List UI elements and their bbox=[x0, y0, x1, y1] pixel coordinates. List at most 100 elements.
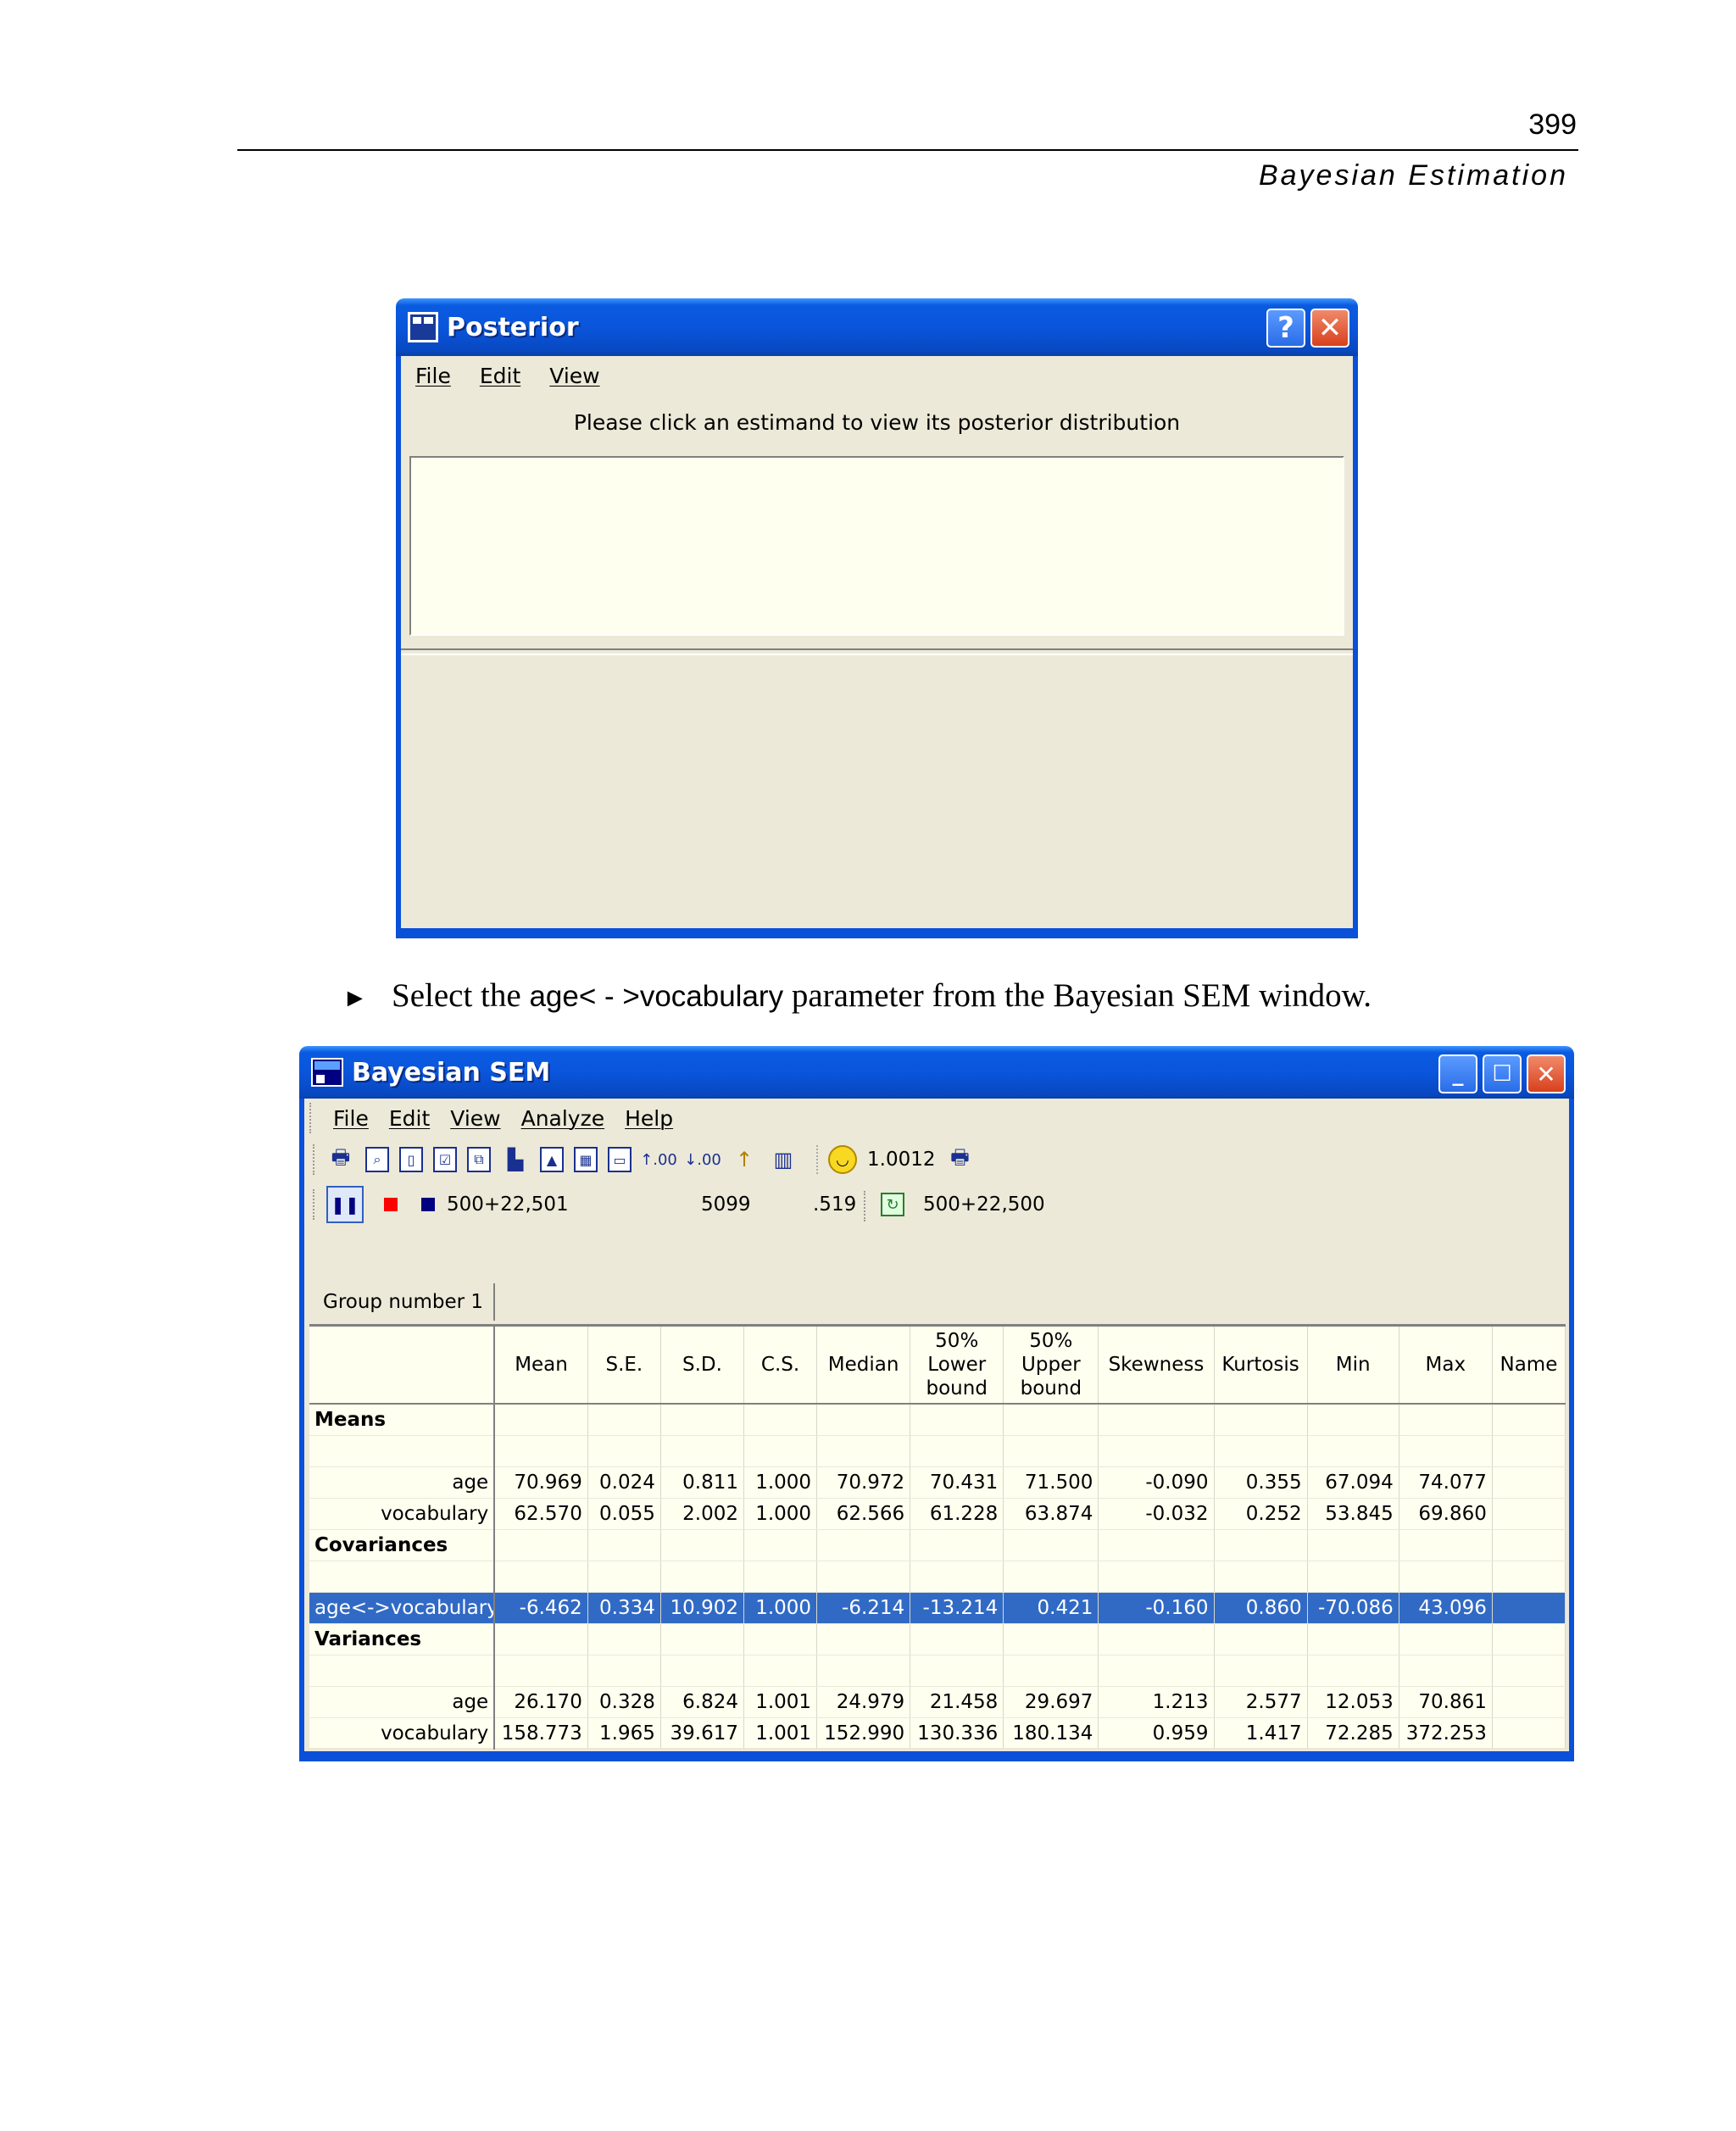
table-row[interactable]: age<->vocabulary -6.462 0.334 10.902 1.000 -6… bbox=[309, 1592, 1566, 1624]
close-button[interactable]: ✕ bbox=[1310, 309, 1349, 348]
density-plot-icon[interactable]: ▲ bbox=[540, 1147, 564, 1172]
value-cell[interactable]: -13.214 bbox=[910, 1592, 1004, 1624]
value-cell[interactable]: 1.001 bbox=[743, 1686, 818, 1718]
value-cell[interactable]: 61.228 bbox=[910, 1498, 1004, 1530]
value-cell[interactable]: -6.214 bbox=[816, 1592, 911, 1624]
value-cell[interactable]: 71.500 bbox=[1003, 1466, 1099, 1499]
value-cell[interactable]: 0.421 bbox=[1003, 1592, 1099, 1624]
value-cell[interactable]: -0.160 bbox=[1098, 1592, 1215, 1624]
col-median[interactable]: Median bbox=[816, 1327, 911, 1405]
value-cell[interactable]: 0.860 bbox=[1214, 1592, 1308, 1624]
value-cell[interactable]: 67.094 bbox=[1307, 1466, 1399, 1499]
sem-menu-edit[interactable]: Edit bbox=[379, 1106, 440, 1131]
value-cell[interactable]: 130.336 bbox=[910, 1717, 1004, 1750]
minimize-button[interactable]: _ bbox=[1438, 1054, 1477, 1093]
value-cell[interactable]: 0.811 bbox=[660, 1466, 745, 1499]
sem-title-bar[interactable]: Bayesian SEM _ ☐ ✕ bbox=[299, 1046, 1574, 1099]
col-max[interactable]: Max bbox=[1399, 1327, 1493, 1405]
value-cell[interactable]: -6.462 bbox=[494, 1592, 588, 1624]
pointer-icon[interactable]: ↑ bbox=[730, 1145, 759, 1174]
menu-view[interactable]: View bbox=[535, 364, 614, 388]
value-cell[interactable]: 2.577 bbox=[1214, 1686, 1308, 1718]
table-icon[interactable]: ▦ bbox=[574, 1147, 598, 1172]
decrease-decimals-icon[interactable]: ↓.00 bbox=[684, 1145, 721, 1174]
value-cell[interactable]: 29.697 bbox=[1003, 1686, 1099, 1718]
table-row[interactable]: age 26.170 0.328 6.824 1.001 24.979 21.458 29.6… bbox=[309, 1686, 1566, 1718]
row-label[interactable]: age<->vocabulary bbox=[309, 1592, 496, 1624]
table-row[interactable]: age 70.969 0.024 0.811 1.000 70.972 70.431 71.5… bbox=[309, 1466, 1566, 1499]
row-label[interactable]: vocabulary bbox=[309, 1498, 496, 1530]
value-cell[interactable]: 69.860 bbox=[1399, 1498, 1493, 1530]
menu-file[interactable]: File bbox=[401, 364, 465, 388]
copy-page-icon[interactable]: ▯ bbox=[399, 1147, 423, 1172]
value-cell[interactable]: 0.959 bbox=[1098, 1717, 1215, 1750]
help-book-icon[interactable]: ▥ bbox=[769, 1145, 798, 1174]
value-cell[interactable]: 70.969 bbox=[494, 1466, 588, 1499]
value-cell[interactable]: -70.086 bbox=[1307, 1592, 1399, 1624]
value-cell[interactable]: 372.253 bbox=[1399, 1717, 1493, 1750]
col-skewness[interactable]: Skewness bbox=[1098, 1327, 1215, 1405]
refresh-icon[interactable]: ↻ bbox=[881, 1193, 904, 1216]
sem-menu-view[interactable]: View bbox=[440, 1106, 510, 1131]
help-button[interactable]: ? bbox=[1266, 309, 1305, 348]
col-cs[interactable]: C.S. bbox=[743, 1327, 818, 1405]
value-cell[interactable]: 62.570 bbox=[494, 1498, 588, 1530]
value-cell[interactable]: 6.824 bbox=[660, 1686, 745, 1718]
value-cell[interactable] bbox=[1492, 1686, 1566, 1718]
print-icon[interactable]: 🖶 bbox=[326, 1145, 355, 1174]
table-row[interactable]: vocabulary 62.570 0.055 2.002 1.000 62.566 61.… bbox=[309, 1498, 1566, 1530]
sem-menu-analyze[interactable]: Analyze bbox=[511, 1106, 615, 1131]
value-cell[interactable]: 1.965 bbox=[587, 1717, 661, 1750]
options-print-icon[interactable]: 🖶 bbox=[945, 1145, 974, 1174]
col-mean[interactable]: Mean bbox=[494, 1327, 588, 1405]
value-cell[interactable]: 53.845 bbox=[1307, 1498, 1399, 1530]
value-cell[interactable]: 1.213 bbox=[1098, 1686, 1215, 1718]
value-cell[interactable]: 43.096 bbox=[1399, 1592, 1493, 1624]
value-cell[interactable]: 1.001 bbox=[743, 1717, 818, 1750]
col-se[interactable]: S.E. bbox=[587, 1327, 661, 1405]
value-cell[interactable]: 0.024 bbox=[587, 1466, 661, 1499]
checklist-icon[interactable]: ☑ bbox=[433, 1147, 457, 1172]
col-sd[interactable]: S.D. bbox=[660, 1327, 745, 1405]
value-cell[interactable]: 0.055 bbox=[587, 1498, 661, 1530]
value-cell[interactable] bbox=[1492, 1717, 1566, 1750]
sem-menu-file[interactable]: File bbox=[323, 1106, 379, 1131]
group-tab[interactable]: Group number 1 bbox=[313, 1283, 496, 1321]
posterior-splitter[interactable] bbox=[401, 648, 1353, 655]
value-cell[interactable]: 0.328 bbox=[587, 1686, 661, 1718]
convergence-smiley-icon[interactable]: ◡ bbox=[828, 1145, 857, 1174]
reset-icon[interactable] bbox=[421, 1198, 435, 1211]
value-cell[interactable]: 39.617 bbox=[660, 1717, 745, 1750]
value-cell[interactable]: 26.170 bbox=[494, 1686, 588, 1718]
col-kurtosis[interactable]: Kurtosis bbox=[1214, 1327, 1308, 1405]
col-min[interactable]: Min bbox=[1307, 1327, 1399, 1405]
value-cell[interactable]: 70.972 bbox=[816, 1466, 911, 1499]
value-cell[interactable]: 152.990 bbox=[816, 1717, 911, 1750]
value-cell[interactable]: -0.032 bbox=[1098, 1498, 1215, 1530]
maximize-button[interactable]: ☐ bbox=[1483, 1054, 1522, 1093]
row-label[interactable]: age bbox=[309, 1466, 496, 1499]
sem-close-button[interactable]: ✕ bbox=[1527, 1054, 1566, 1093]
print-preview-icon[interactable]: ⌕ bbox=[365, 1147, 389, 1172]
increase-decimals-icon[interactable]: ↑.00 bbox=[640, 1145, 677, 1174]
value-cell[interactable]: 21.458 bbox=[910, 1686, 1004, 1718]
row-label[interactable]: vocabulary bbox=[309, 1717, 496, 1750]
value-cell[interactable]: 74.077 bbox=[1399, 1466, 1493, 1499]
value-cell[interactable]: 70.431 bbox=[910, 1466, 1004, 1499]
value-cell[interactable]: 1.000 bbox=[743, 1498, 818, 1530]
value-cell[interactable]: 180.134 bbox=[1003, 1717, 1099, 1750]
value-cell[interactable]: 158.773 bbox=[494, 1717, 588, 1750]
value-cell[interactable]: 62.566 bbox=[816, 1498, 911, 1530]
value-cell[interactable]: 63.874 bbox=[1003, 1498, 1099, 1530]
trace-icon[interactable]: ▭ bbox=[608, 1147, 632, 1172]
toolbar-grip[interactable] bbox=[313, 1144, 318, 1175]
value-cell[interactable]: 12.053 bbox=[1307, 1686, 1399, 1718]
stop-icon[interactable] bbox=[384, 1198, 398, 1211]
col-lower-bound[interactable]: 50% Lower bound bbox=[910, 1327, 1004, 1405]
row-label[interactable]: age bbox=[309, 1686, 496, 1718]
value-cell[interactable]: -0.090 bbox=[1098, 1466, 1215, 1499]
col-upper-bound[interactable]: 50% Upper bound bbox=[1003, 1327, 1099, 1405]
value-cell[interactable]: 1.000 bbox=[743, 1592, 818, 1624]
value-cell[interactable]: 72.285 bbox=[1307, 1717, 1399, 1750]
value-cell[interactable]: 0.252 bbox=[1214, 1498, 1308, 1530]
